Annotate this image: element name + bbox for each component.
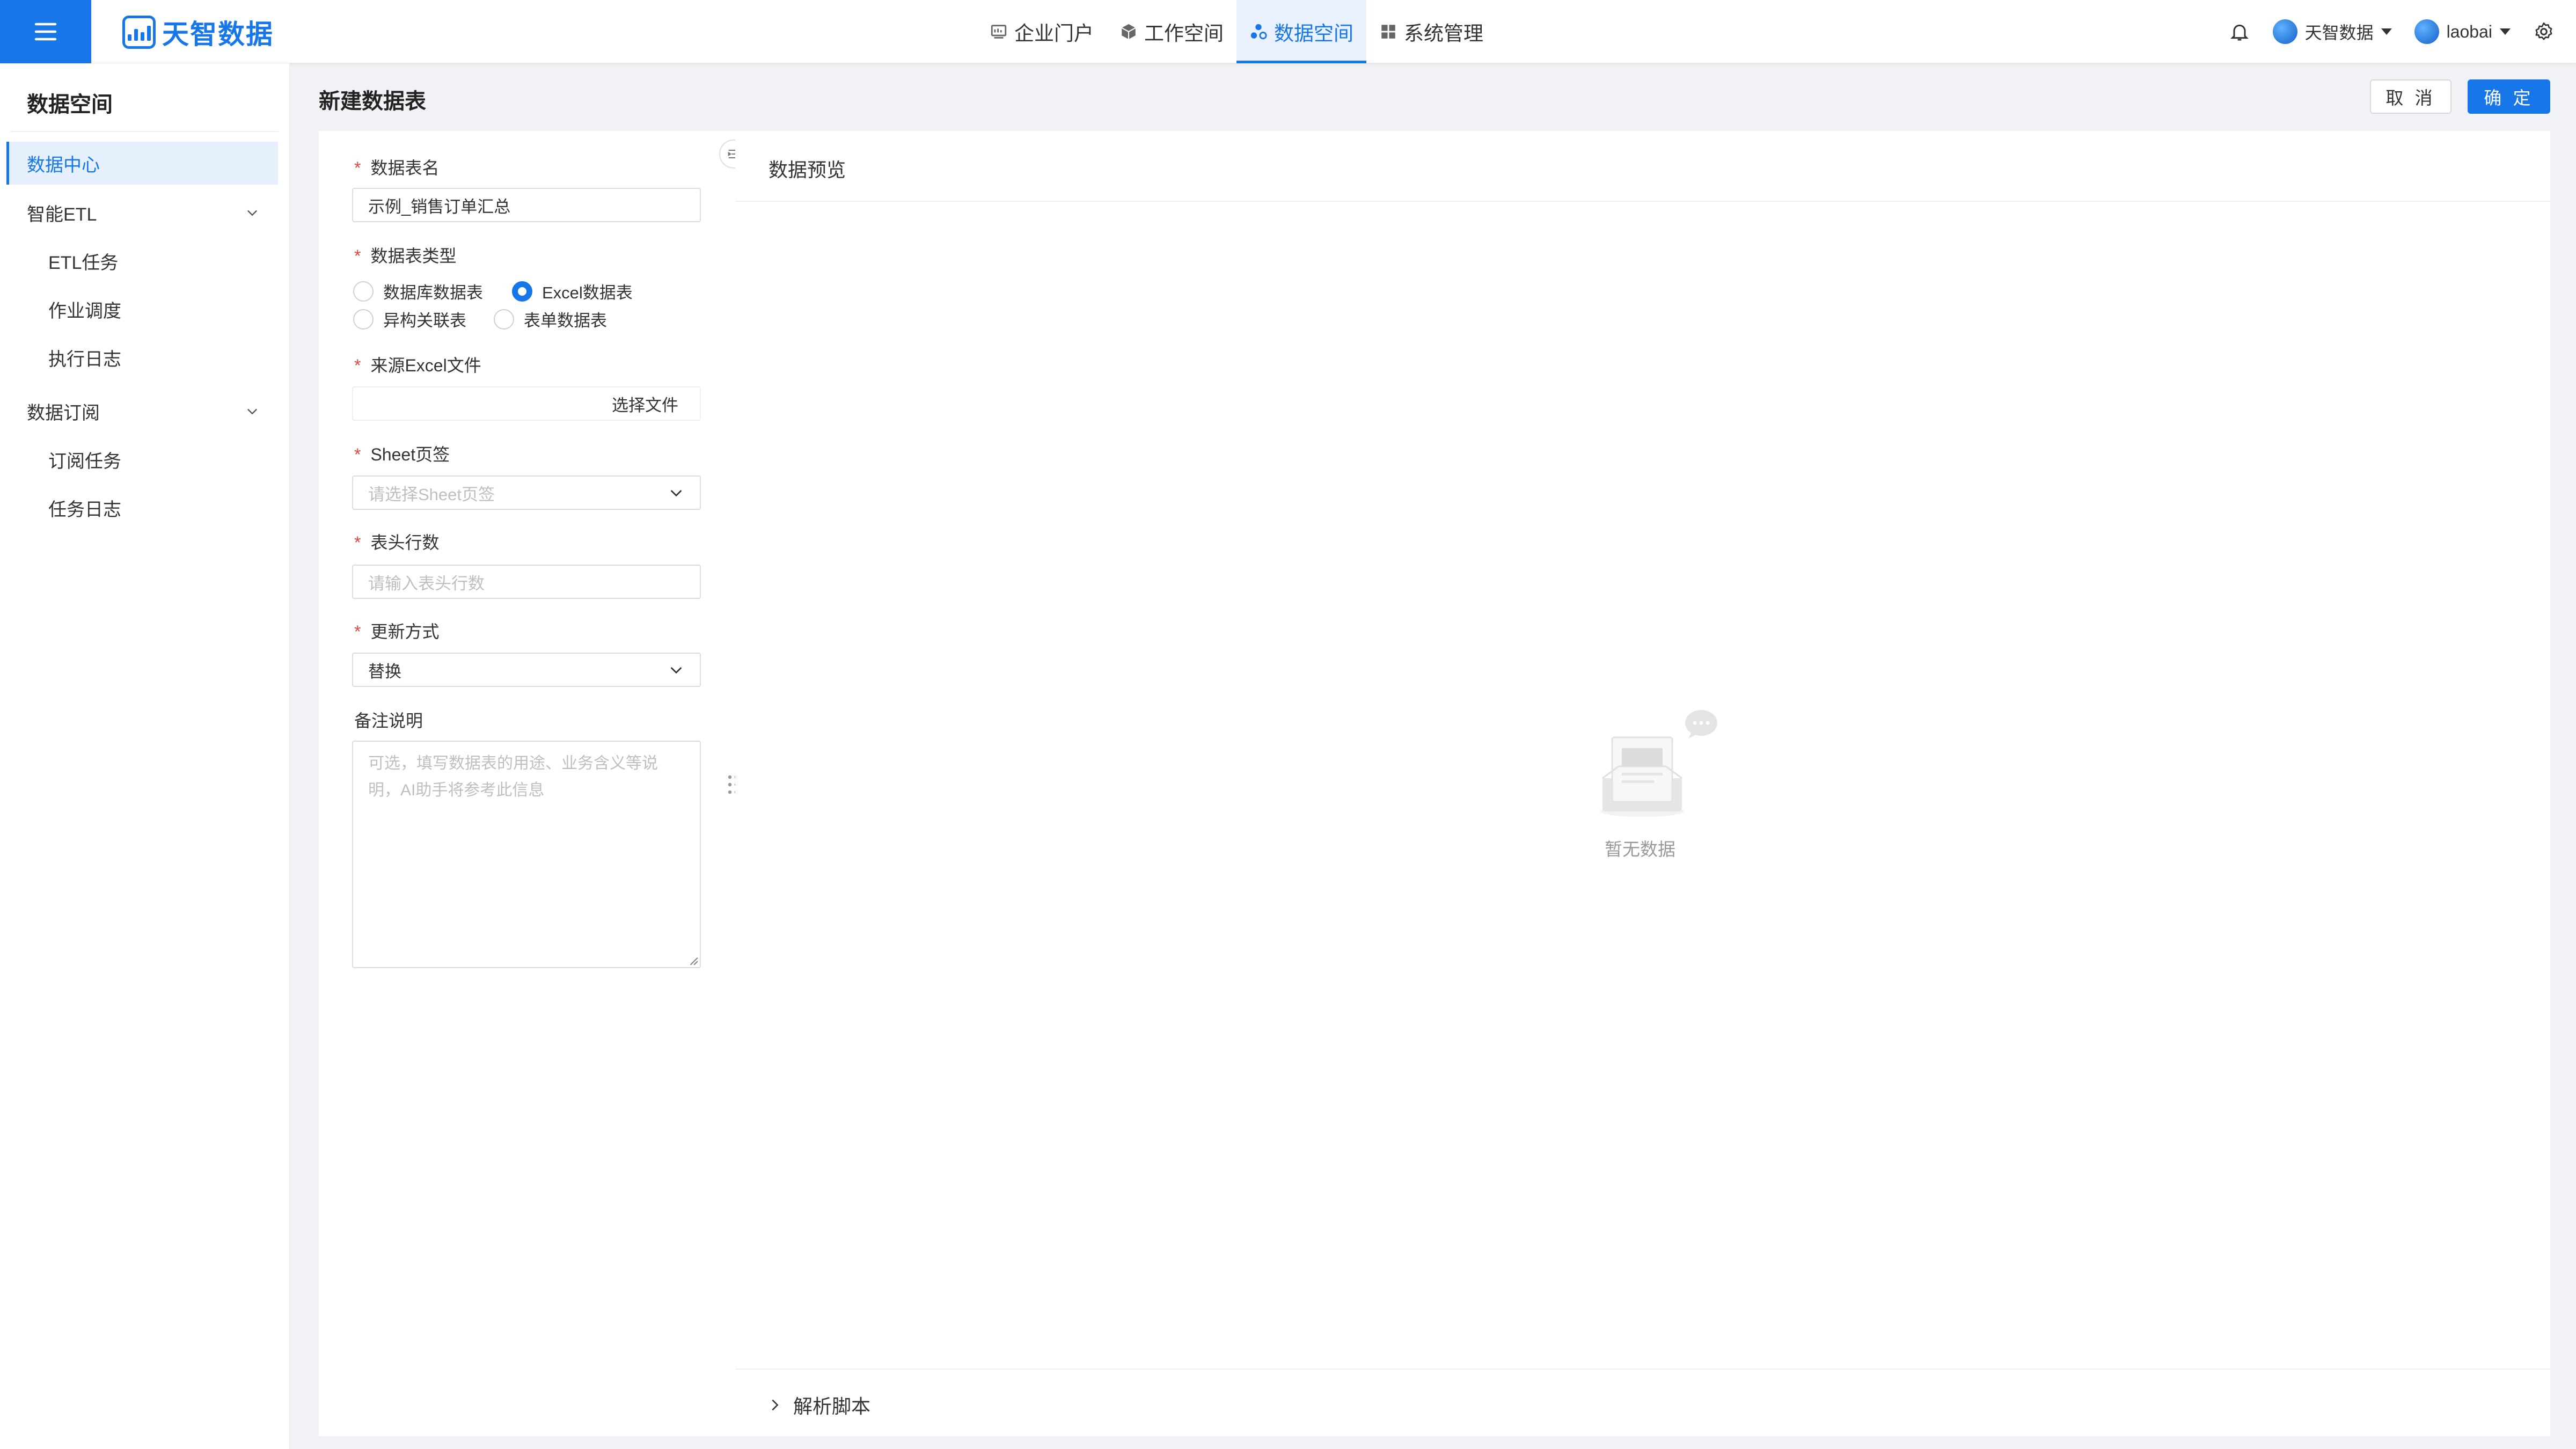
caret-down-icon	[2500, 28, 2511, 35]
parse-script-label: 解析脚本	[793, 1395, 871, 1417]
data-space-icon	[1250, 24, 1267, 40]
chevron-down-icon	[247, 210, 257, 216]
file-picker[interactable]: 选择文件	[352, 386, 701, 421]
nav-item-label: 企业门户	[1014, 23, 1094, 45]
chevron-down-icon	[670, 667, 682, 674]
note-placeholder: 可选，填写数据表的用途、业务含义等说明，AI助手将参考此信息	[368, 755, 658, 799]
app-logo[interactable]: 天智数据	[122, 16, 274, 49]
header-rows-placeholder: 请输入表头行数	[368, 574, 485, 593]
portal-icon	[991, 25, 1007, 39]
radio-excel-table[interactable]: Excel数据表	[512, 279, 633, 303]
nav-item-portal[interactable]: 企业门户	[977, 0, 1107, 63]
required-mark: *	[354, 445, 361, 464]
nav-item-system[interactable]: 系统管理	[1366, 0, 1496, 63]
radio-circle	[353, 281, 374, 302]
sidebar-item-job-schedule[interactable]: 作业调度	[6, 288, 278, 331]
choose-file-button[interactable]: 选择文件	[612, 392, 678, 416]
caret-down-icon	[2381, 28, 2392, 35]
nav-item-data-space[interactable]: 数据空间	[1236, 0, 1366, 63]
required-mark: *	[354, 246, 361, 266]
cube-icon	[1121, 24, 1136, 40]
sidebar-item-exec-log[interactable]: 执行日志	[6, 336, 278, 379]
radio-database-table[interactable]: 数据库数据表	[353, 279, 483, 303]
avatar	[2414, 19, 2439, 44]
sidebar-item-data-subscribe[interactable]: 数据订阅	[6, 390, 278, 433]
table-name-value: 示例_销售订单汇总	[368, 197, 511, 216]
user-name: laobai	[2446, 21, 2492, 41]
sidebar-item-label: 订阅任务	[48, 451, 121, 472]
notification-button[interactable]	[2229, 21, 2250, 42]
required-mark: *	[354, 356, 361, 375]
nav-item-label: 数据空间	[1274, 23, 1353, 45]
sheet-label: * Sheet页签	[354, 445, 450, 464]
logo-text: 天智数据	[162, 19, 274, 49]
note-textarea[interactable]: 可选，填写数据表的用途、业务含义等说明，AI助手将参考此信息	[352, 741, 701, 968]
required-mark: *	[354, 622, 361, 641]
logo-icon	[122, 16, 156, 49]
sidebar-item-data-center[interactable]: 数据中心	[6, 142, 278, 185]
required-mark: *	[354, 533, 361, 552]
settings-button[interactable]	[2533, 21, 2555, 42]
sheet-placeholder: 请选择Sheet页签	[368, 485, 495, 504]
required-mark: *	[354, 158, 361, 178]
org-logo-icon	[2272, 19, 2297, 44]
radio-circle	[494, 309, 514, 330]
nav-item-label: 工作空间	[1144, 23, 1224, 45]
sidebar-item-label: 智能ETL	[27, 204, 97, 225]
type-label: * 数据表类型	[354, 246, 457, 266]
chevron-down-icon	[247, 408, 257, 415]
preview-title: 数据预览	[769, 159, 846, 181]
resize-grip-icon[interactable]	[687, 954, 699, 966]
org-switcher[interactable]: 天智数据	[2272, 19, 2392, 44]
chevron-down-icon	[670, 490, 682, 497]
sidebar-item-label: 作业调度	[48, 301, 121, 321]
sidebar-item-label: ETL任务	[48, 252, 119, 273]
chevron-right-icon	[772, 1399, 779, 1411]
confirm-button[interactable]: 确 定	[2468, 79, 2550, 114]
radio-hetero-join-table[interactable]: 异构关联表	[353, 307, 466, 331]
radio-circle-selected	[512, 281, 532, 302]
note-label: 备注说明	[354, 711, 423, 730]
sidebar-item-label: 数据中心	[27, 155, 100, 175]
main-nav: 企业门户 工作空间 数据空间 系统管理	[977, 0, 1496, 63]
top-bar: 天智数据 企业门户 工作空间 数据空间 系统管理 天智数据 laobai	[0, 0, 2576, 63]
file-label: * 来源Excel文件	[354, 356, 481, 375]
empty-state-text: 暂无数据	[1605, 839, 1675, 859]
radio-circle	[353, 309, 374, 330]
header-rows-label: * 表头行数	[354, 533, 440, 552]
gear-icon	[2535, 22, 2552, 40]
sidebar-divider	[11, 131, 279, 132]
header-rows-input[interactable]: 请输入表头行数	[352, 565, 701, 599]
sidebar-item-smart-etl[interactable]: 智能ETL	[6, 191, 278, 234]
update-mode-label: * 更新方式	[354, 622, 440, 641]
hamburger-icon	[34, 23, 57, 41]
bell-icon	[2230, 24, 2249, 41]
sidebar-item-label: 任务日志	[48, 499, 121, 520]
user-menu[interactable]: laobai	[2414, 19, 2511, 44]
table-name-input[interactable]: 示例_销售订单汇总	[352, 188, 701, 222]
sidebar-title: 数据空间	[27, 93, 113, 116]
cancel-button[interactable]: 取 消	[2370, 79, 2451, 114]
sheet-select[interactable]: 请选择Sheet页签	[352, 475, 701, 510]
sidebar-item-task-log[interactable]: 任务日志	[6, 486, 278, 529]
nav-item-label: 系统管理	[1404, 23, 1483, 45]
update-mode-select[interactable]: 替换	[352, 653, 701, 687]
grid-icon	[1381, 25, 1395, 39]
sidebar-item-subscribe-task[interactable]: 订阅任务	[6, 438, 278, 481]
page-title: 新建数据表	[319, 90, 426, 113]
nav-item-workspace[interactable]: 工作空间	[1107, 0, 1236, 63]
org-name: 天智数据	[2304, 23, 2374, 42]
update-mode-value: 替换	[368, 662, 401, 681]
preview-divider	[735, 201, 2550, 202]
script-divider	[735, 1368, 2550, 1370]
parse-script-toggle[interactable]: 解析脚本	[767, 1391, 870, 1419]
sidebar-item-etl-task[interactable]: ETL任务	[6, 239, 278, 282]
sidebar-item-label: 数据订阅	[27, 402, 100, 423]
radio-form-table[interactable]: 表单数据表	[494, 307, 607, 331]
sidebar-item-label: 执行日志	[48, 349, 121, 370]
name-label: * 数据表名	[354, 158, 440, 178]
menu-toggle-button[interactable]	[0, 0, 91, 63]
top-right-tools: 天智数据 laobai	[2229, 0, 2555, 63]
